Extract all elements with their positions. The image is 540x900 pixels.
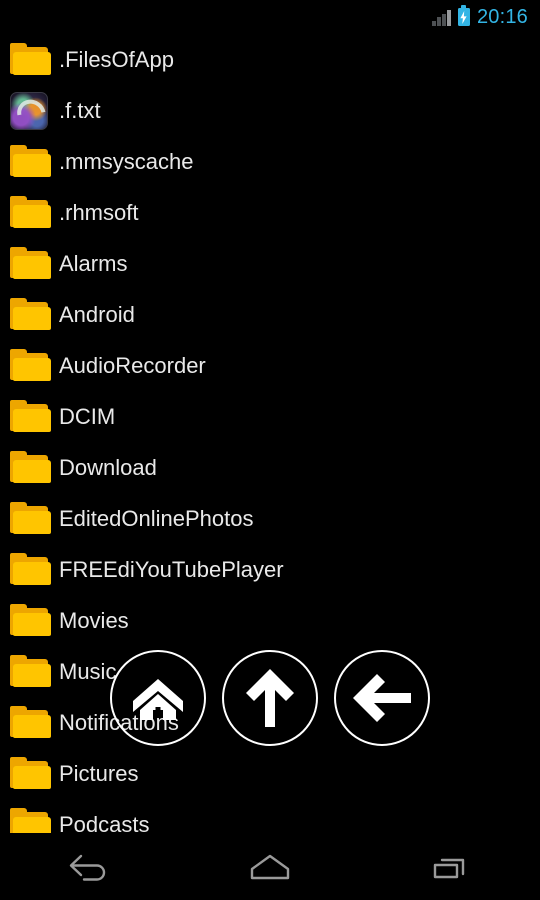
file-row[interactable]: .f.txt	[0, 85, 540, 136]
android-navigation-bar	[0, 833, 540, 900]
folder-icon	[10, 757, 51, 790]
signal-bars-icon	[432, 9, 451, 26]
file-icon-wrap	[10, 397, 54, 437]
folder-icon	[10, 604, 51, 637]
arrow-left-icon	[353, 674, 411, 722]
file-row[interactable]: DCIM	[0, 391, 540, 442]
folder-icon	[10, 655, 51, 688]
file-row[interactable]: Movies	[0, 595, 540, 646]
file-name: Movies	[59, 607, 129, 633]
folder-icon	[10, 451, 51, 484]
nav-back-icon	[69, 854, 106, 881]
status-bar-clock: 20:16	[476, 5, 528, 28]
file-row[interactable]: .rhmsoft	[0, 187, 540, 238]
file-name: Android	[59, 301, 135, 327]
phone-screen: 20:16 .FilesOfApp .f.txt .mmsyscache .rhmso…	[0, 0, 540, 900]
nav-recents-icon	[433, 858, 465, 878]
file-row[interactable]: Download	[0, 442, 540, 493]
file-name: EditedOnlinePhotos	[59, 505, 254, 531]
folder-icon	[10, 247, 51, 280]
folder-icon	[10, 553, 51, 586]
file-row[interactable]: .FilesOfApp	[0, 34, 540, 85]
folder-icon	[10, 145, 51, 178]
file-icon-wrap	[10, 652, 54, 692]
file-name: .FilesOfApp	[59, 46, 174, 72]
folder-icon	[10, 706, 51, 739]
file-icon-wrap	[10, 193, 54, 233]
file-icon-wrap	[10, 346, 54, 386]
file-icon-wrap	[10, 601, 54, 641]
floating-home-button[interactable]	[110, 650, 206, 746]
file-name: .f.txt	[59, 97, 101, 123]
file-icon-wrap	[10, 295, 54, 335]
file-row[interactable]: Android	[0, 289, 540, 340]
file-name: FREEdiYouTubePlayer	[59, 556, 284, 582]
file-name: .mmsyscache	[59, 148, 194, 174]
folder-icon	[10, 400, 51, 433]
battery-charging-icon	[457, 5, 470, 26]
folder-icon	[10, 43, 51, 76]
floating-up-button[interactable]	[222, 650, 318, 746]
file-icon-wrap	[10, 244, 54, 284]
folder-icon	[10, 808, 51, 833]
nav-recents-button[interactable]	[395, 833, 505, 900]
file-row[interactable]: .mmsyscache	[0, 136, 540, 187]
arrow-up-icon	[246, 669, 294, 727]
file-row[interactable]: Alarms	[0, 238, 540, 289]
folder-icon	[10, 349, 51, 382]
file-icon-wrap	[10, 448, 54, 488]
folder-icon	[10, 502, 51, 535]
folder-icon	[10, 196, 51, 229]
file-row[interactable]: AudioRecorder	[0, 340, 540, 391]
folder-icon	[10, 298, 51, 331]
status-bar: 20:16	[0, 0, 540, 34]
file-row[interactable]: Podcasts	[0, 799, 540, 833]
file-name: .rhmsoft	[59, 199, 139, 225]
image-thumbnail-icon	[10, 91, 48, 130]
file-name: Pictures	[59, 760, 139, 786]
file-icon-wrap	[10, 703, 54, 743]
file-name: AudioRecorder	[59, 352, 206, 378]
file-icon-wrap	[10, 499, 54, 539]
file-row[interactable]: EditedOnlinePhotos	[0, 493, 540, 544]
file-name: Alarms	[59, 250, 128, 276]
nav-home-button[interactable]	[215, 833, 325, 900]
file-name: Download	[59, 454, 157, 480]
file-icon-wrap	[10, 550, 54, 590]
file-icon-wrap	[10, 40, 54, 80]
nav-home-icon	[250, 854, 290, 879]
file-name: Podcasts	[59, 811, 150, 834]
file-row[interactable]: Pictures	[0, 748, 540, 799]
floating-back-button[interactable]	[334, 650, 430, 746]
file-icon-wrap	[10, 805, 54, 833]
file-name: Music	[59, 658, 117, 684]
home-icon	[133, 679, 183, 720]
file-name: DCIM	[59, 403, 116, 429]
file-icon-wrap	[10, 142, 54, 182]
nav-back-button[interactable]	[35, 833, 145, 900]
file-icon-wrap	[10, 91, 54, 131]
file-icon-wrap	[10, 754, 54, 794]
file-row[interactable]: FREEdiYouTubePlayer	[0, 544, 540, 595]
